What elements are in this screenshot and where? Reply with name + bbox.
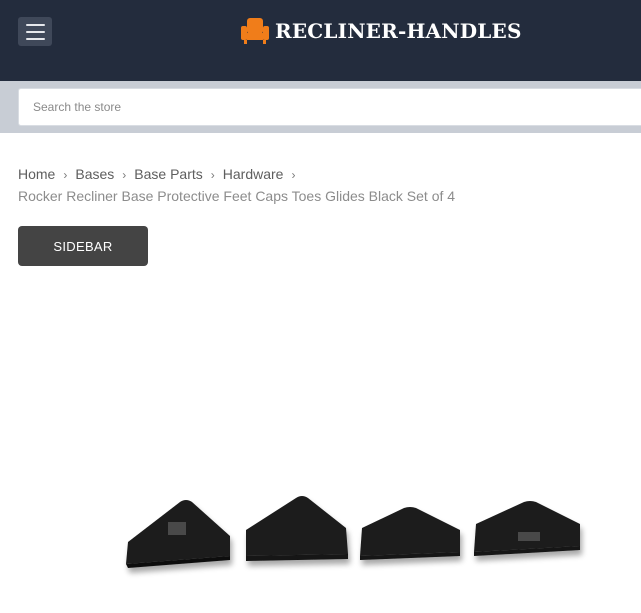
hamburger-line bbox=[25, 23, 45, 26]
foot-cap bbox=[126, 500, 230, 568]
product-photo[interactable] bbox=[110, 480, 610, 580]
site-header: RECLINER-HANDLES bbox=[0, 0, 641, 81]
breadcrumb: Home › Bases › Base Parts › Hardware › Rocker R… bbox=[18, 164, 628, 207]
search-bar bbox=[0, 81, 641, 133]
chevron-right-icon: › bbox=[63, 168, 68, 182]
hamburger-line bbox=[25, 30, 45, 33]
armchair-icon bbox=[241, 18, 269, 44]
foot-cap bbox=[360, 507, 460, 560]
foot-cap bbox=[246, 496, 348, 561]
breadcrumb-base-parts[interactable]: Base Parts bbox=[134, 166, 202, 182]
sidebar-button[interactable]: SIDEBAR bbox=[18, 226, 148, 266]
chevron-right-icon: › bbox=[122, 168, 127, 182]
breadcrumb-hardware[interactable]: Hardware bbox=[223, 166, 284, 182]
breadcrumb-home[interactable]: Home bbox=[18, 166, 55, 182]
chevron-right-icon: › bbox=[291, 168, 296, 182]
logo-text: RECLINER-HANDLES bbox=[275, 19, 522, 43]
breadcrumb-current: Rocker Recliner Base Protective Feet Cap… bbox=[18, 188, 456, 204]
foot-cap bbox=[474, 501, 580, 556]
search-input[interactable] bbox=[18, 88, 641, 126]
site-logo[interactable]: RECLINER-HANDLES bbox=[240, 14, 522, 48]
hamburger-menu-button[interactable] bbox=[18, 17, 52, 46]
chevron-right-icon: › bbox=[210, 168, 215, 182]
hamburger-line bbox=[25, 37, 45, 40]
breadcrumb-bases[interactable]: Bases bbox=[75, 166, 114, 182]
